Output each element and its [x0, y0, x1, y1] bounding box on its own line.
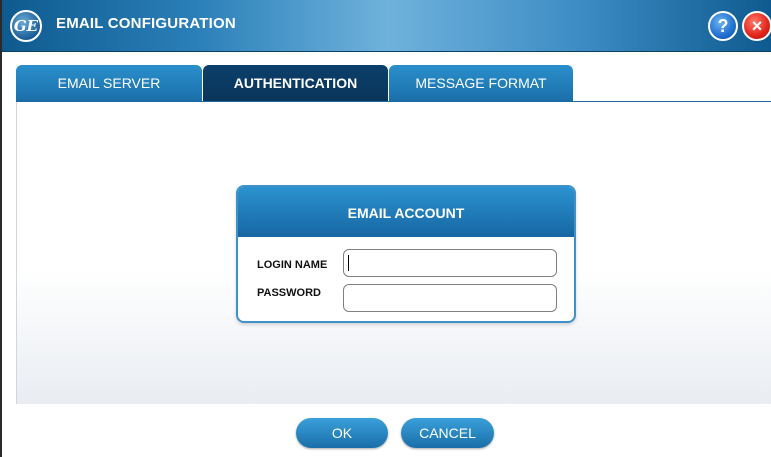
- help-icon[interactable]: ?: [708, 11, 738, 41]
- ok-button[interactable]: OK: [296, 418, 388, 448]
- password-input[interactable]: [343, 284, 557, 312]
- email-account-box: EMAIL ACCOUNT LOGIN NAME PASSWORD: [236, 185, 576, 323]
- email-account-title: EMAIL ACCOUNT: [238, 187, 574, 237]
- login-name-label: LOGIN NAME: [257, 259, 328, 271]
- title-bar[interactable]: GE EMAIL CONFIGURATION ? ×: [2, 0, 771, 52]
- close-icon[interactable]: ×: [742, 11, 771, 41]
- cancel-button[interactable]: CANCEL: [401, 418, 494, 448]
- login-name-input[interactable]: [343, 249, 557, 277]
- window-title: EMAIL CONFIGURATION: [56, 15, 236, 32]
- tab-email-server[interactable]: EMAIL SERVER: [16, 65, 202, 102]
- tab-message-format[interactable]: MESSAGE FORMAT: [389, 65, 573, 102]
- tab-authentication[interactable]: AUTHENTICATION: [203, 65, 388, 102]
- text-caret: [348, 255, 349, 271]
- dialog-window: GE EMAIL CONFIGURATION ? × EMAIL SERVER …: [0, 0, 771, 457]
- password-label: PASSWORD: [257, 287, 321, 299]
- ge-logo-icon: GE: [10, 10, 42, 42]
